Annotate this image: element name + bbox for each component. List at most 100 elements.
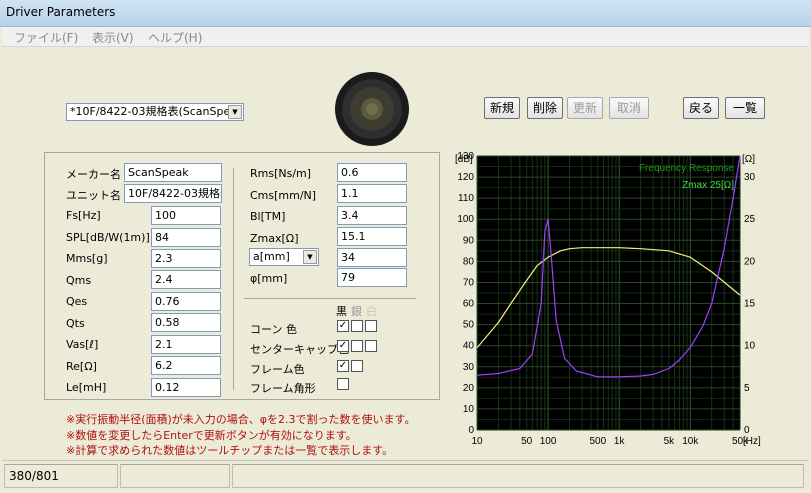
speaker-image — [335, 72, 409, 146]
fs-field[interactable]: 100 — [151, 206, 221, 225]
frequency-response-chart: 0102030405060708090100110120130051015202… — [455, 151, 761, 447]
chart-subtitle: Zmax 25[Ω] — [682, 180, 734, 191]
label-bl: Bl[TM] — [250, 210, 286, 223]
chart-title: Frequency Response — [639, 163, 734, 174]
y2-tick-label: 15 — [744, 299, 756, 310]
label-vas: Vas[ℓ] — [66, 338, 99, 351]
label-qes: Qes — [66, 295, 88, 308]
x-tick-label: 50 — [521, 436, 533, 447]
y-tick-label: 10 — [463, 404, 475, 415]
chevron-down-icon[interactable]: ▼ — [303, 250, 317, 264]
color-header-white: 白 — [366, 305, 377, 318]
y-axis-label: [dB] — [455, 154, 473, 165]
y-tick-label: 60 — [463, 299, 475, 310]
list-button[interactable]: 一覧 — [725, 97, 765, 119]
x-tick-label: 10 — [471, 436, 483, 447]
menu-file[interactable]: ファイル(F) — [14, 29, 78, 46]
label-rms: Rms[Ns/m] — [250, 167, 312, 180]
label-zmax: Zmax[Ω] — [250, 232, 299, 245]
chevron-down-icon[interactable]: ▼ — [228, 105, 242, 119]
frame-square-checkbox[interactable] — [337, 378, 349, 390]
frame-black-checkbox[interactable]: ✓ — [337, 360, 349, 372]
x-tick-label: 100 — [540, 436, 557, 447]
label-le: Le[mH] — [66, 381, 107, 394]
cms-field[interactable]: 1.1 — [337, 184, 407, 203]
qes-field[interactable]: 0.76 — [151, 292, 221, 311]
cone-silver-checkbox[interactable] — [351, 320, 363, 332]
label-re: Re[Ω] — [66, 360, 97, 373]
y-tick-label: 90 — [463, 235, 475, 246]
label-frame-square: フレーム角形 — [250, 382, 316, 395]
status-cell-2 — [120, 464, 230, 488]
x-tick-label: 1k — [614, 436, 626, 447]
label-frame-color: フレーム色 — [250, 363, 305, 376]
mms-field[interactable]: 2.3 — [151, 249, 221, 268]
unit-select[interactable]: *10F/8422-03規格表(ScanSpe ▼ — [66, 103, 244, 121]
y-tick-label: 120 — [457, 172, 474, 183]
maker-field[interactable]: ScanSpeak — [124, 163, 222, 182]
cap-white-checkbox[interactable] — [365, 340, 377, 352]
cancel-button[interactable]: 取消 — [609, 97, 649, 119]
label-maker: メーカー名 — [66, 168, 121, 181]
y2-tick-label: 5 — [744, 383, 750, 394]
vas-field[interactable]: 2.1 — [151, 335, 221, 354]
update-button[interactable]: 更新 — [567, 97, 603, 119]
zmax-field[interactable]: 15.1 — [337, 227, 407, 246]
le-field[interactable]: 0.12 — [151, 378, 221, 397]
y-tick-label: 0 — [468, 425, 474, 436]
label-cap-color: センターキャップ色 — [250, 343, 349, 356]
frame-silver-checkbox[interactable] — [351, 360, 363, 372]
radius-unit-select[interactable]: a[mm] ▼ — [249, 248, 319, 266]
label-fs: Fs[Hz] — [66, 209, 101, 222]
delete-button[interactable]: 削除 — [527, 97, 563, 119]
color-divider — [244, 298, 416, 299]
color-header-black: 黒 — [336, 305, 347, 318]
cap-silver-checkbox[interactable] — [351, 340, 363, 352]
y-tick-label: 50 — [463, 320, 475, 331]
bl-field[interactable]: 3.4 — [337, 206, 407, 225]
menu-help[interactable]: ヘルプ(H) — [148, 29, 202, 46]
cone-black-checkbox[interactable]: ✓ — [337, 320, 349, 332]
y-tick-label: 30 — [463, 362, 475, 373]
label-phi: φ[mm] — [250, 272, 288, 285]
label-qts: Qts — [66, 317, 85, 330]
back-button[interactable]: 戻る — [683, 97, 719, 119]
unit-select-value: *10F/8422-03規格表(ScanSpe — [70, 105, 231, 118]
cap-black-checkbox[interactable]: ✓ — [337, 340, 349, 352]
y2-tick-label: 10 — [744, 341, 756, 352]
phi-field[interactable]: 79 — [337, 268, 407, 287]
re-field[interactable]: 6.2 — [151, 356, 221, 375]
x-tick-label: 500 — [589, 436, 606, 447]
y2-axis-label: [Ω] — [742, 154, 755, 165]
note-2: ※数値を変更したらEnterで更新ボタンが有効になります。 — [66, 429, 357, 442]
note-1: ※実行振動半径(面積)が未入力の場合、φを2.3で割った数を使います。 — [66, 413, 416, 426]
radius-field[interactable]: 34 — [337, 248, 407, 267]
y2-tick-label: 0 — [744, 425, 750, 436]
status-text: 380/801 — [9, 469, 59, 483]
new-button[interactable]: 新規 — [484, 97, 520, 119]
y-tick-label: 40 — [463, 341, 475, 352]
color-header-silver: 銀 — [351, 305, 362, 318]
y-tick-label: 80 — [463, 256, 475, 267]
x-tick-label: 5k — [664, 436, 676, 447]
title-bar: Driver Parameters — [0, 0, 811, 27]
cone-white-checkbox[interactable] — [365, 320, 377, 332]
spl-field[interactable]: 84 — [151, 228, 221, 247]
label-cone-color: コーン 色 — [250, 323, 297, 336]
label-spl: SPL[dB/W(1m)] — [66, 231, 150, 244]
rms-field[interactable]: 0.6 — [337, 163, 407, 182]
y-tick-label: 70 — [463, 277, 475, 288]
radius-unit-value: a[mm] — [253, 250, 290, 263]
label-qms: Qms — [66, 274, 92, 287]
y-tick-label: 20 — [463, 383, 475, 394]
label-mms: Mms[g] — [66, 252, 108, 265]
note-3: ※計算で求められた数値はツールチップまたは一覧で表示します。 — [66, 444, 394, 457]
qms-field[interactable]: 2.4 — [151, 270, 221, 289]
qts-field[interactable]: 0.58 — [151, 313, 221, 332]
y-tick-label: 100 — [457, 214, 474, 225]
x-axis-label: [Hz] — [743, 436, 761, 447]
unit-field[interactable]: 10F/8422-03規格表 — [124, 184, 222, 203]
y2-tick-label: 20 — [744, 256, 756, 267]
window-title: Driver Parameters — [6, 5, 116, 19]
menu-view[interactable]: 表示(V) — [92, 29, 134, 46]
